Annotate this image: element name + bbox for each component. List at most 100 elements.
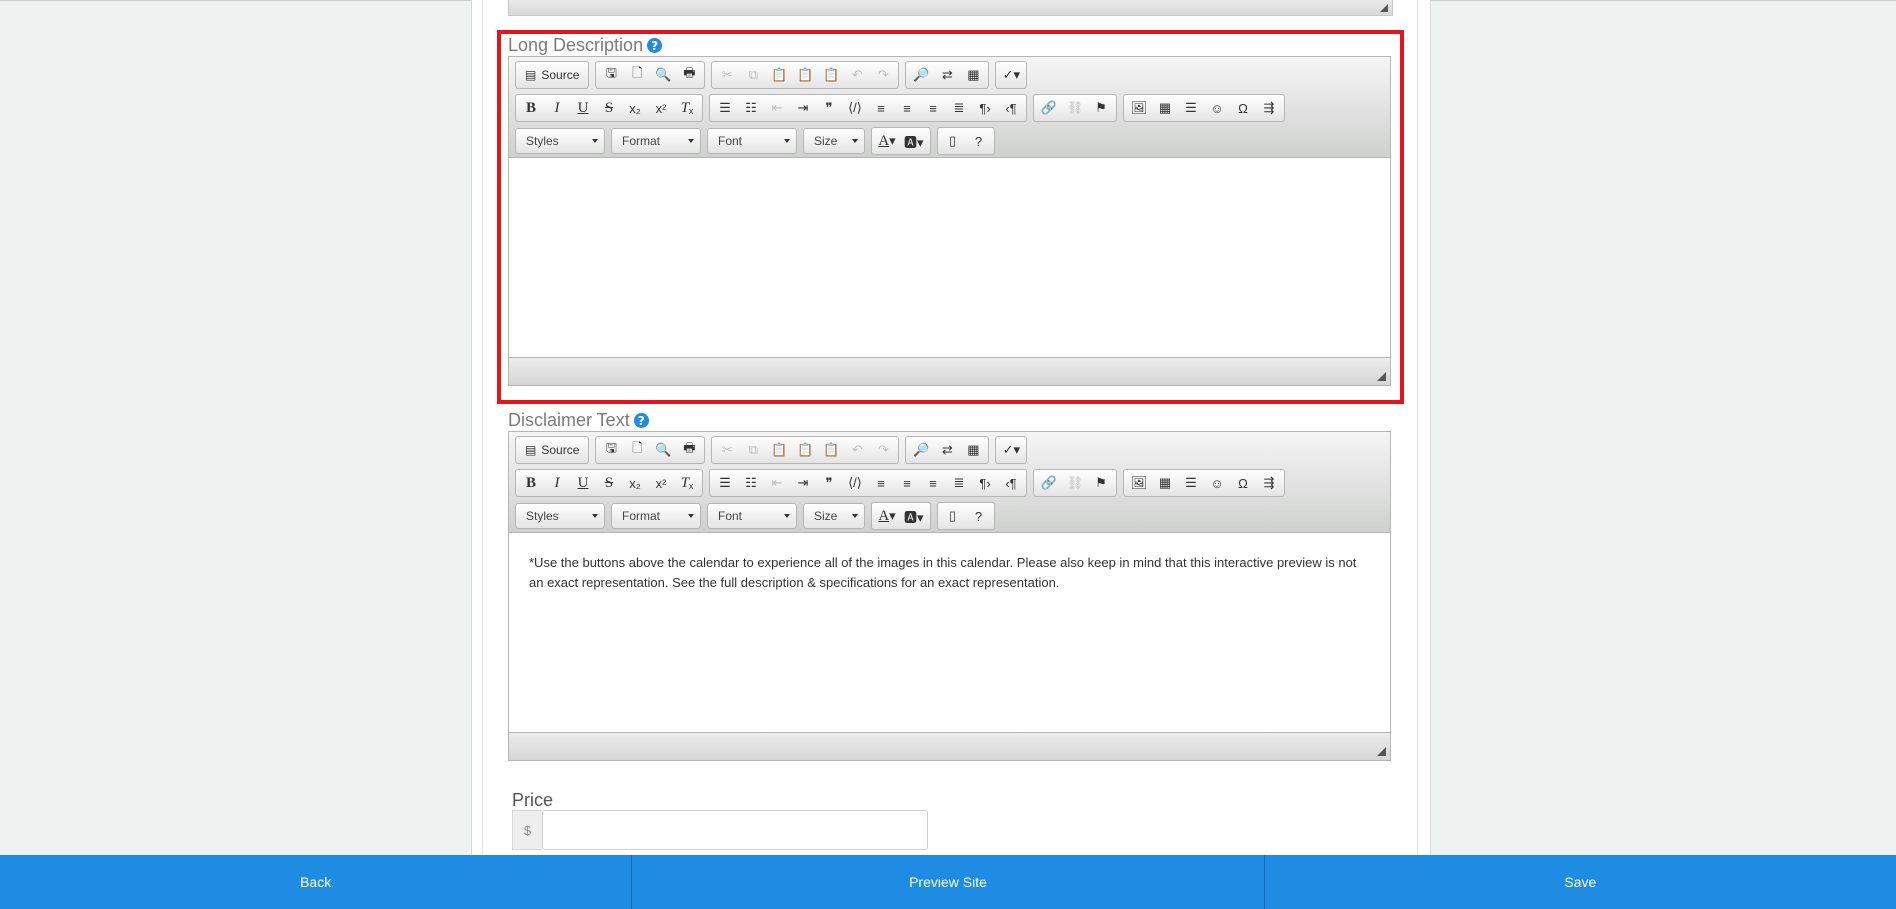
bulleted-list-icon[interactable]: ☷: [739, 97, 763, 119]
spellcheck-icon[interactable]: ✓▾: [999, 439, 1023, 461]
bulleted-list-icon[interactable]: ☷: [739, 472, 763, 494]
numbered-list-icon[interactable]: ☰: [713, 472, 737, 494]
justify-icon[interactable]: ≣: [947, 472, 971, 494]
justify-icon[interactable]: ≣: [947, 97, 971, 119]
show-blocks-icon[interactable]: ▯: [941, 130, 965, 152]
format-dropdown[interactable]: Format: [611, 503, 701, 529]
bg-color-icon[interactable]: 🅰▾: [901, 505, 927, 527]
anchor-flag-icon[interactable]: ⚑: [1089, 97, 1113, 119]
paste-icon[interactable]: 📋: [767, 64, 791, 86]
bg-color-icon[interactable]: 🅰▾: [901, 130, 927, 152]
table-icon[interactable]: ▦: [1153, 472, 1177, 494]
about-help-button[interactable]: ?: [967, 130, 991, 152]
styles-dropdown[interactable]: Styles: [515, 128, 605, 154]
subscript-icon[interactable]: x₂: [623, 472, 647, 494]
format-dropdown[interactable]: Format: [611, 128, 701, 154]
copy-icon[interactable]: ⧉: [741, 439, 765, 461]
save-doc-icon[interactable]: 🖫: [599, 439, 623, 461]
align-right-icon[interactable]: ≡: [921, 472, 945, 494]
undo-icon[interactable]: ↶: [845, 64, 869, 86]
italic-icon[interactable]: I: [545, 97, 569, 119]
copy-icon[interactable]: ⧉: [741, 64, 765, 86]
subscript-icon[interactable]: x₂: [623, 97, 647, 119]
strike-icon[interactable]: S: [597, 97, 621, 119]
div-icon[interactable]: ⟨/⟩: [843, 97, 867, 119]
print-icon[interactable]: 🖶: [677, 439, 701, 461]
superscript-icon[interactable]: x²: [649, 97, 673, 119]
italic-icon[interactable]: I: [545, 472, 569, 494]
image-icon[interactable]: 🖼: [1127, 97, 1151, 119]
rtl-icon[interactable]: ‹¶: [999, 472, 1023, 494]
new-page-icon[interactable]: 🗋: [625, 64, 649, 86]
redo-icon[interactable]: ↷: [871, 64, 895, 86]
remove-format-icon[interactable]: Tₓ: [675, 97, 699, 119]
preview-icon[interactable]: 🔍: [651, 64, 675, 86]
replace-icon[interactable]: ⇄: [935, 64, 959, 86]
indent-icon[interactable]: ⇥: [791, 472, 815, 494]
paste-icon[interactable]: 📋: [767, 439, 791, 461]
anchor-flag-icon[interactable]: ⚑: [1089, 472, 1113, 494]
spellcheck-icon[interactable]: ✓▾: [999, 64, 1023, 86]
numbered-list-icon[interactable]: ☰: [713, 97, 737, 119]
outdent-icon[interactable]: ⇤: [765, 97, 789, 119]
align-center-icon[interactable]: ≡: [895, 472, 919, 494]
link-icon[interactable]: 🔗: [1037, 472, 1061, 494]
smiley-icon[interactable]: ☺: [1205, 97, 1229, 119]
text-color-icon[interactable]: A ▾: [875, 130, 899, 152]
underline-icon[interactable]: U: [571, 472, 595, 494]
paste-text-icon[interactable]: 📋: [793, 439, 817, 461]
source-button[interactable]: ▤ Source: [519, 64, 585, 86]
paste-text-icon[interactable]: 📋: [793, 64, 817, 86]
rtl-icon[interactable]: ‹¶: [999, 97, 1023, 119]
redo-icon[interactable]: ↷: [871, 439, 895, 461]
undo-icon[interactable]: ↶: [845, 439, 869, 461]
styles-dropdown[interactable]: Styles: [515, 503, 605, 529]
horizontal-rule-icon[interactable]: ☰: [1179, 472, 1203, 494]
font-dropdown[interactable]: Font: [707, 128, 797, 154]
size-dropdown[interactable]: Size: [803, 128, 865, 154]
paste-word-icon[interactable]: 📋: [819, 439, 843, 461]
save-button[interactable]: Save: [1265, 855, 1896, 909]
image-icon[interactable]: 🖼: [1127, 472, 1151, 494]
new-page-icon[interactable]: 🗋: [625, 439, 649, 461]
unlink-icon[interactable]: ⛓: [1063, 472, 1087, 494]
page-break-icon[interactable]: ⇶: [1257, 97, 1281, 119]
disclaimer-content[interactable]: *Use the buttons above the calendar to e…: [509, 533, 1390, 732]
special-char-icon[interactable]: Ω: [1231, 472, 1255, 494]
link-icon[interactable]: 🔗: [1037, 97, 1061, 119]
horizontal-rule-icon[interactable]: ☰: [1179, 97, 1203, 119]
cut-icon[interactable]: ✂: [715, 64, 739, 86]
long-description-content[interactable]: [509, 158, 1390, 357]
help-icon[interactable]: ?: [647, 38, 663, 53]
table-icon[interactable]: ▦: [1153, 97, 1177, 119]
remove-format-icon[interactable]: Tₓ: [675, 472, 699, 494]
size-dropdown[interactable]: Size: [803, 503, 865, 529]
cut-icon[interactable]: ✂: [715, 439, 739, 461]
preview-site-button[interactable]: Preview Site: [632, 855, 1265, 909]
font-dropdown[interactable]: Font: [707, 503, 797, 529]
find-icon[interactable]: 🔎: [909, 439, 933, 461]
special-char-icon[interactable]: Ω: [1231, 97, 1255, 119]
blockquote-icon[interactable]: ❞: [817, 472, 841, 494]
blockquote-icon[interactable]: ❞: [817, 97, 841, 119]
div-icon[interactable]: ⟨/⟩: [843, 472, 867, 494]
resize-grip-icon[interactable]: [1380, 4, 1388, 12]
smiley-icon[interactable]: ☺: [1205, 472, 1229, 494]
replace-icon[interactable]: ⇄: [935, 439, 959, 461]
superscript-icon[interactable]: x²: [649, 472, 673, 494]
text-color-icon[interactable]: A ▾: [875, 505, 899, 527]
align-center-icon[interactable]: ≡: [895, 97, 919, 119]
page-break-icon[interactable]: ⇶: [1257, 472, 1281, 494]
unlink-icon[interactable]: ⛓: [1063, 97, 1087, 119]
outdent-icon[interactable]: ⇤: [765, 472, 789, 494]
price-input[interactable]: [542, 810, 928, 850]
source-button[interactable]: ▤ Source: [519, 439, 585, 461]
paste-word-icon[interactable]: 📋: [819, 64, 843, 86]
resize-grip-icon[interactable]: [1377, 372, 1386, 381]
find-icon[interactable]: 🔎: [909, 64, 933, 86]
about-help-button[interactable]: ?: [967, 505, 991, 527]
save-doc-icon[interactable]: 🖫: [599, 64, 623, 86]
resize-grip-icon[interactable]: [1377, 747, 1386, 756]
align-left-icon[interactable]: ≡: [869, 472, 893, 494]
indent-icon[interactable]: ⇥: [791, 97, 815, 119]
